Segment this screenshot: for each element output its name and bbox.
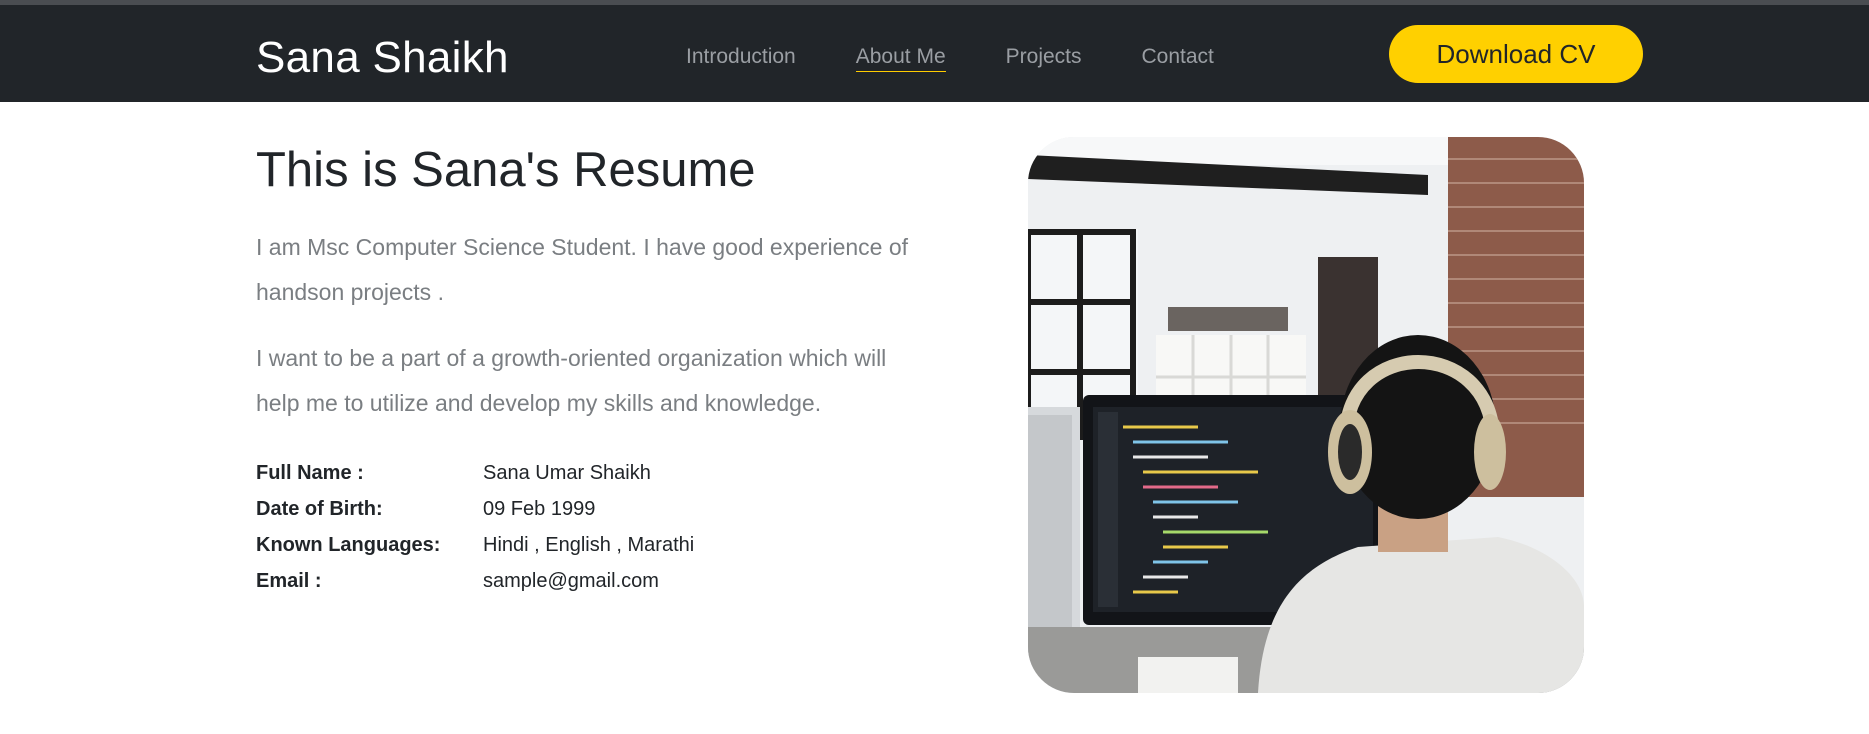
profile-photo: [1028, 137, 1584, 693]
intro-paragraph: I am Msc Computer Science Student. I hav…: [256, 234, 909, 305]
page-title: This is Sana's Resume: [256, 143, 756, 197]
nav-link-projects[interactable]: Projects: [1006, 45, 1082, 72]
detail-label: Email :: [256, 569, 322, 592]
detail-row-date-of-birth: Date of Birth: 09 Feb 1999: [256, 491, 694, 527]
detail-value: 09 Feb 1999: [483, 497, 596, 520]
personal-details: Full Name : Sana Umar Shaikh Date of Bir…: [256, 455, 694, 599]
nav-link-about-me[interactable]: About Me: [855, 45, 946, 72]
objective-paragraph: I want to be a part of a growth-oriented…: [256, 345, 887, 416]
detail-label: Full Name :: [256, 461, 364, 484]
detail-label: Known Languages:: [256, 533, 441, 556]
detail-row-languages: Known Languages: Hindi , English , Marat…: [256, 527, 694, 563]
brand-name[interactable]: Sana Shaikh: [256, 33, 509, 83]
detail-row-full-name: Full Name : Sana Umar Shaikh: [256, 455, 694, 491]
detail-label: Date of Birth:: [256, 497, 383, 520]
detail-value: Sana Umar Shaikh: [483, 461, 651, 484]
detail-value: Hindi , English , Marathi: [483, 533, 695, 556]
nav-link-introduction[interactable]: Introduction: [686, 45, 796, 72]
navbar: Sana Shaikh Introduction About Me Projec…: [0, 5, 1869, 102]
detail-value: sample@gmail.com: [483, 569, 659, 592]
download-cv-button[interactable]: Download CV: [1389, 25, 1643, 83]
nav-link-contact[interactable]: Contact: [1142, 45, 1214, 72]
nav-menu: Introduction About Me Projects Contact: [686, 45, 1214, 72]
developer-at-desk-illustration: [1028, 137, 1584, 693]
detail-row-email: Email : sample@gmail.com: [256, 563, 694, 599]
